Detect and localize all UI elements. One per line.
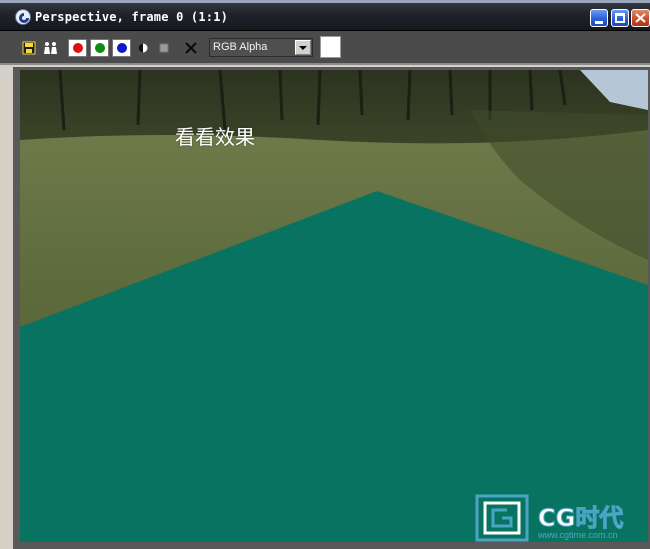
clear-icon[interactable] [184, 41, 198, 55]
save-image-icon[interactable] [22, 41, 36, 55]
close-button[interactable] [631, 9, 650, 27]
maximize-icon [615, 13, 625, 23]
color-swatch[interactable] [320, 36, 341, 58]
display-channel-select[interactable]: RGB Alpha [209, 38, 313, 57]
chevron-down-icon[interactable] [295, 40, 311, 55]
clone-window-icon[interactable] [42, 41, 60, 55]
viewport-caption: 看看效果 [175, 125, 255, 149]
blue-channel-icon [117, 43, 127, 53]
maximize-button[interactable] [611, 9, 629, 27]
red-channel-button[interactable] [68, 39, 87, 57]
red-channel-icon [73, 43, 83, 53]
monochrome-icon[interactable] [137, 42, 149, 54]
cgtime-logo-icon [475, 494, 529, 542]
render-viewport[interactable]: 看看效果 CG时代 www.cgtime.com.cn [20, 70, 648, 542]
alpha-toggle-icon[interactable] [158, 42, 170, 54]
3dsmax-logo-icon[interactable] [15, 9, 31, 25]
green-channel-icon [95, 43, 105, 53]
minimize-icon [595, 21, 603, 24]
watermark-brand: CG时代 [537, 504, 624, 533]
display-channel-value: RGB Alpha [213, 41, 268, 53]
window-title-bar[interactable]: Perspective, frame 0 (1:1) [0, 0, 650, 31]
window-title: Perspective, frame 0 (1:1) [35, 10, 229, 24]
viewport-bottom-edge [13, 542, 650, 549]
rendered-scene [20, 70, 648, 542]
close-icon [635, 13, 646, 23]
minimize-button[interactable] [590, 9, 608, 27]
title-bar-top-edge [0, 0, 650, 3]
watermark-url: www.cgtime.com.cn [538, 530, 618, 540]
cgtime-watermark: CG时代 www.cgtime.com.cn [475, 494, 648, 542]
green-channel-button[interactable] [90, 39, 109, 57]
frame-buffer-toolbar: RGB Alpha [0, 31, 650, 65]
blue-channel-button[interactable] [112, 39, 131, 57]
